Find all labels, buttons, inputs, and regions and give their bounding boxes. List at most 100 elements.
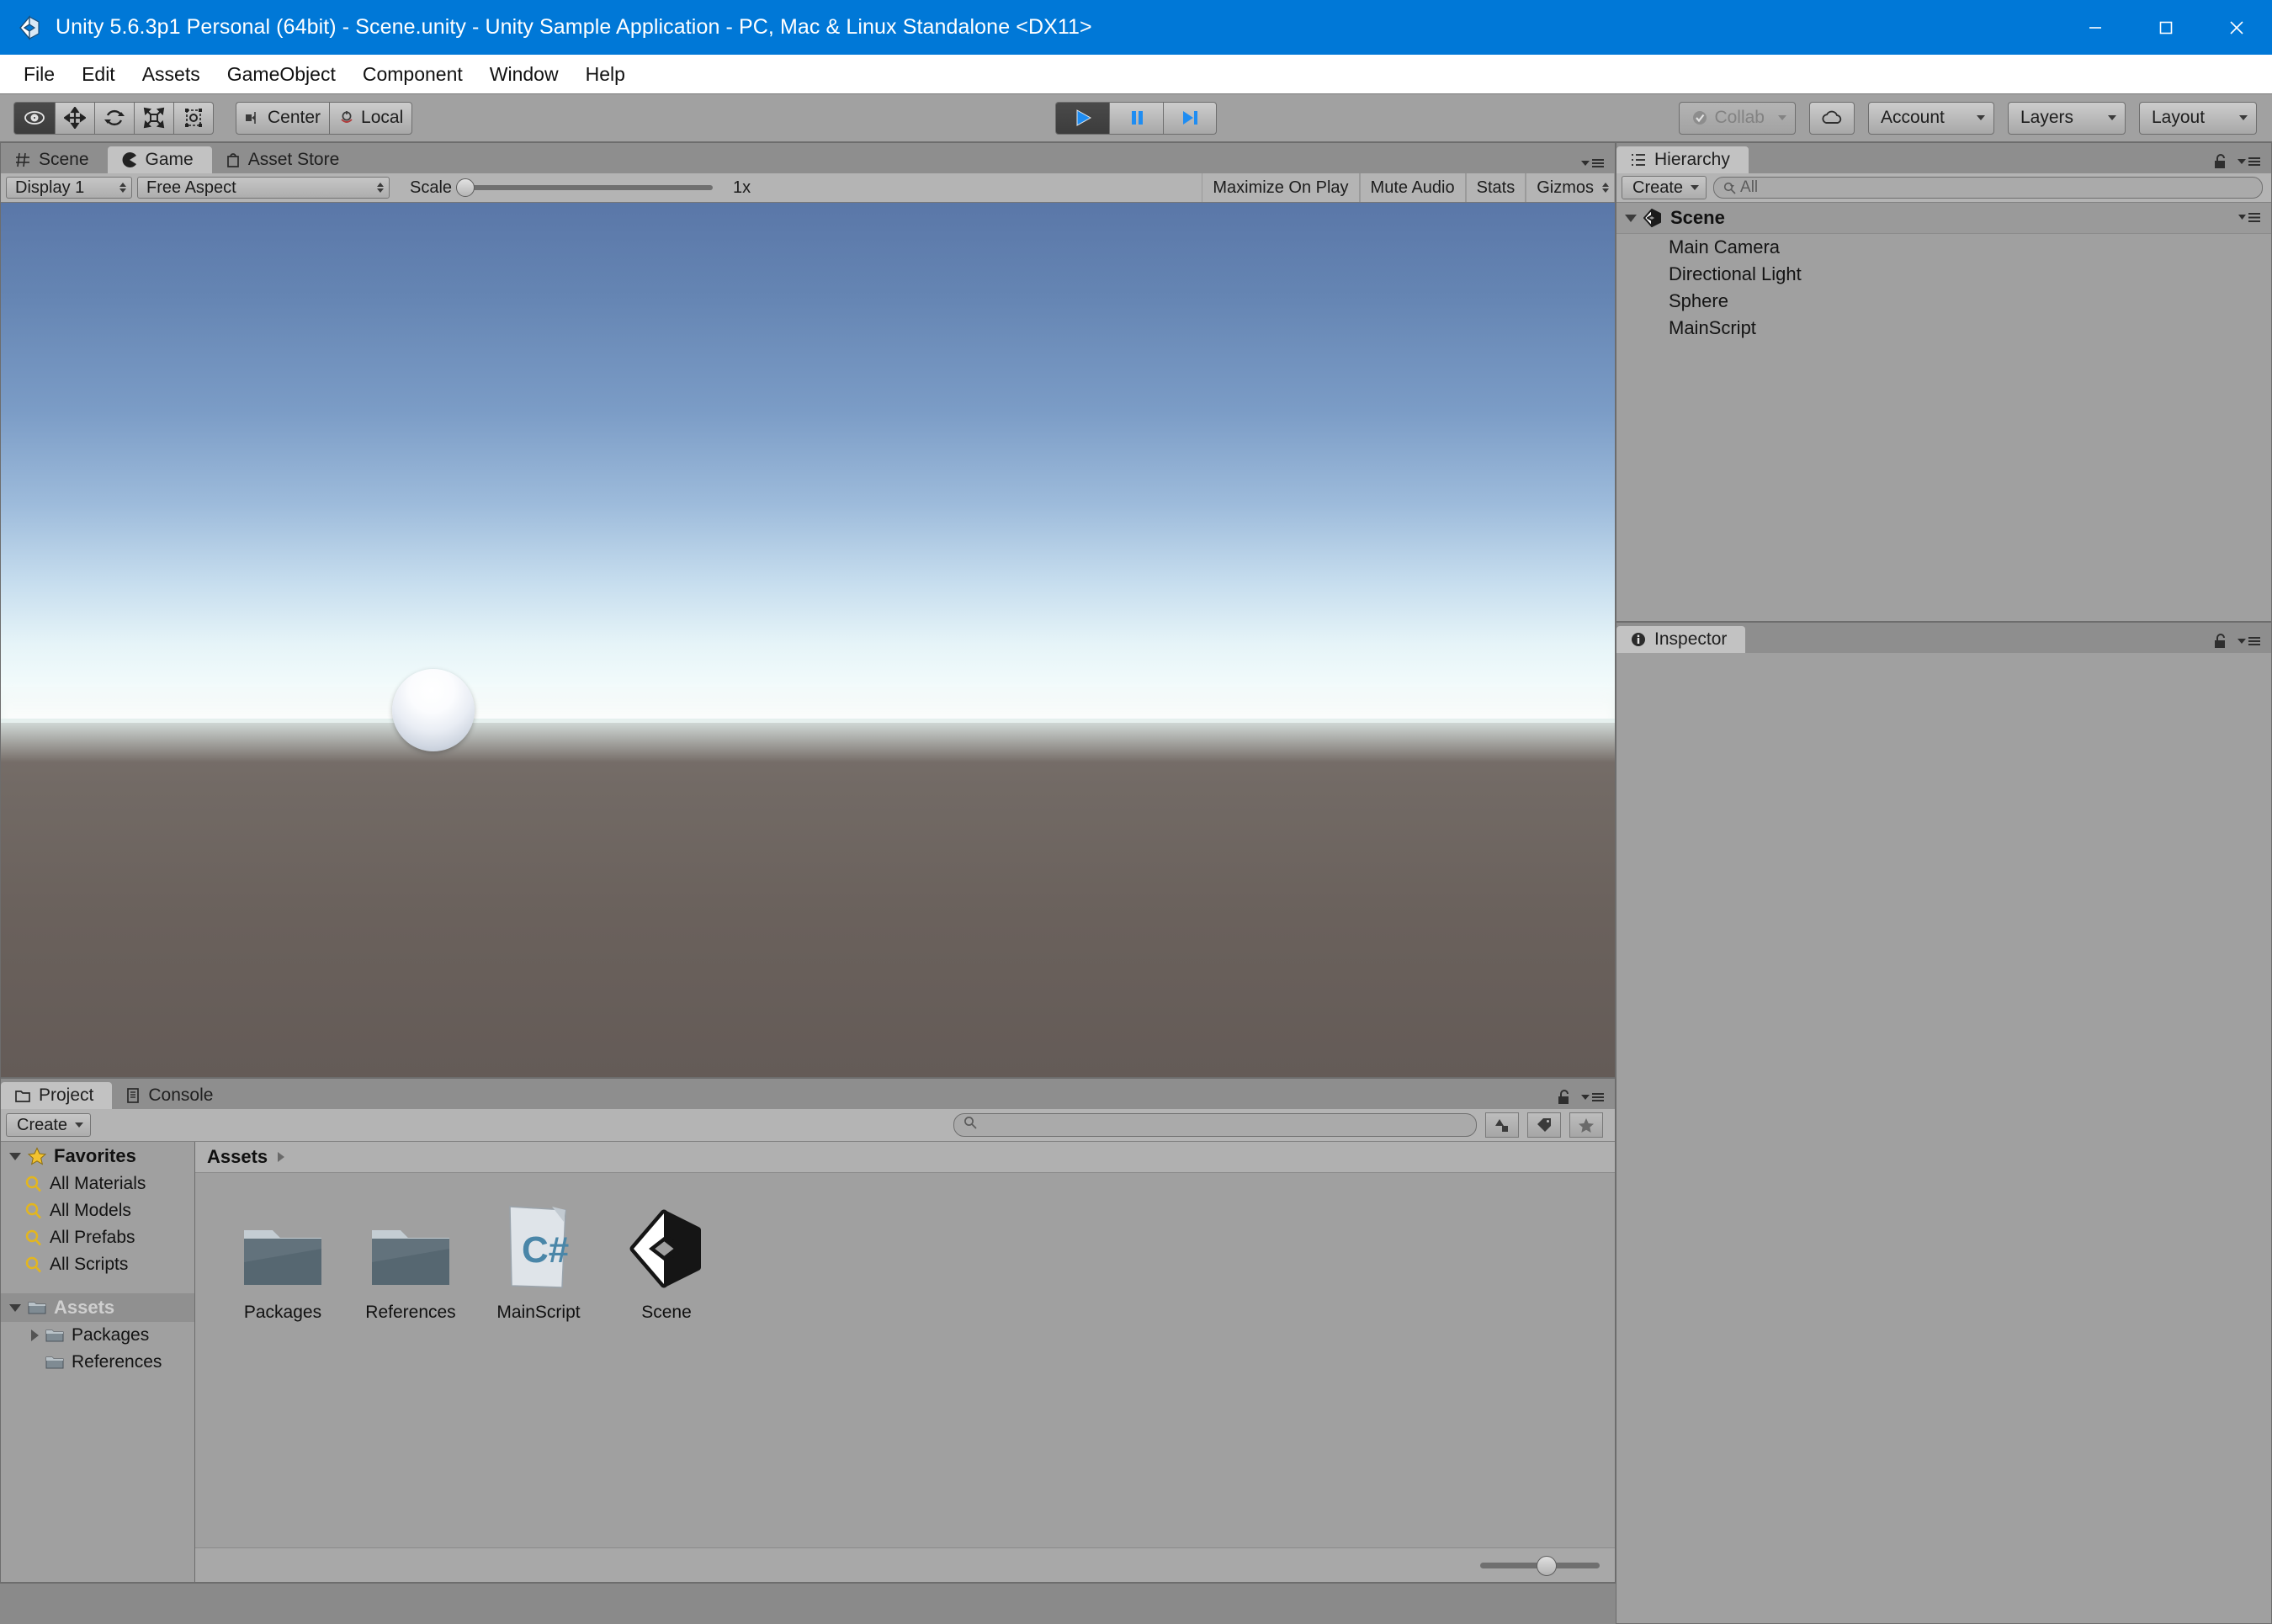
tab-project[interactable]: Project bbox=[1, 1082, 113, 1109]
editor-toolbar: Center Local Collab Account Layers Layou… bbox=[0, 93, 2272, 142]
project-panel-tabstrip: Project Console bbox=[1, 1079, 1615, 1109]
menu-gameobject[interactable]: GameObject bbox=[214, 60, 349, 89]
mute-audio-toggle[interactable]: Mute Audio bbox=[1359, 173, 1466, 202]
filter-by-label-button[interactable] bbox=[1527, 1112, 1561, 1138]
hierarchy-item-directional-light[interactable]: Directional Light bbox=[1616, 261, 2271, 288]
menu-file[interactable]: File bbox=[10, 60, 68, 89]
asset-item-packages[interactable]: Packages bbox=[219, 1197, 347, 1323]
csharp-script-icon: C# bbox=[503, 1197, 574, 1291]
hierarchy-item-sphere[interactable]: Sphere bbox=[1616, 288, 2271, 315]
save-search-button[interactable] bbox=[1569, 1112, 1603, 1138]
rotate-tool[interactable] bbox=[94, 101, 134, 135]
tab-inspector[interactable]: Inspector bbox=[1616, 626, 1746, 653]
stats-toggle[interactable]: Stats bbox=[1465, 173, 1526, 202]
project-main: Favorites All Materials All Models All P… bbox=[1, 1142, 1615, 1582]
tab-asset-store[interactable]: Asset Store bbox=[212, 146, 358, 173]
search-icon bbox=[963, 1115, 978, 1135]
favorite-all-scripts[interactable]: All Scripts bbox=[1, 1251, 194, 1278]
display-dropdown[interactable]: Display 1 bbox=[6, 177, 132, 199]
chevron-down-icon bbox=[2239, 115, 2248, 120]
cloud-button[interactable] bbox=[1809, 101, 1855, 135]
maximize-on-play-toggle[interactable]: Maximize On Play bbox=[1202, 173, 1360, 202]
padlock-open-icon[interactable] bbox=[1556, 1089, 1571, 1106]
scale-label: Scale bbox=[410, 178, 453, 197]
game-view-render[interactable] bbox=[1, 203, 1615, 1077]
menu-help[interactable]: Help bbox=[572, 60, 639, 89]
project-search-input[interactable] bbox=[953, 1113, 1477, 1137]
panel-menu-icon[interactable] bbox=[2236, 634, 2261, 648]
chevron-right-icon[interactable] bbox=[31, 1329, 39, 1341]
tab-console[interactable]: Console bbox=[112, 1082, 231, 1109]
favorite-all-prefabs[interactable]: All Prefabs bbox=[1, 1224, 194, 1251]
search-icon bbox=[1723, 181, 1737, 195]
tab-hierarchy[interactable]: Hierarchy bbox=[1616, 146, 1749, 173]
play-button[interactable] bbox=[1055, 101, 1109, 135]
panel-menu-icon[interactable] bbox=[1579, 157, 1605, 170]
hierarchy-item-mainscript[interactable]: MainScript bbox=[1616, 315, 2271, 342]
step-button[interactable] bbox=[1163, 101, 1217, 135]
tab-game[interactable]: Game bbox=[107, 146, 212, 173]
tree-item-references[interactable]: References bbox=[1, 1349, 194, 1376]
right-column: Hierarchy Create All Scene Main Camera D… bbox=[1616, 142, 2272, 1624]
icon-size-track[interactable] bbox=[1480, 1555, 1600, 1576]
move-tool[interactable] bbox=[55, 101, 94, 135]
hierarchy-scene-root[interactable]: Scene bbox=[1616, 203, 2271, 234]
filter-by-type-button[interactable] bbox=[1485, 1112, 1519, 1138]
aspect-dropdown[interactable]: Free Aspect bbox=[137, 177, 390, 199]
hand-tool[interactable] bbox=[13, 101, 55, 135]
scale-slider-group[interactable]: Scale 1x bbox=[398, 178, 751, 198]
favorites-header[interactable]: Favorites bbox=[1, 1142, 194, 1170]
asset-item-scene[interactable]: Scene bbox=[603, 1197, 730, 1323]
asset-item-label: Scene bbox=[641, 1303, 692, 1322]
layers-button[interactable]: Layers bbox=[2008, 101, 2126, 135]
unity-scene-icon bbox=[624, 1197, 709, 1291]
minimize-button[interactable] bbox=[2060, 0, 2131, 55]
breadcrumb-assets[interactable]: Assets bbox=[207, 1146, 268, 1168]
layout-button[interactable]: Layout bbox=[2139, 101, 2257, 135]
space-toggle-button[interactable]: Local bbox=[329, 101, 413, 135]
hierarchy-item-main-camera[interactable]: Main Camera bbox=[1616, 234, 2271, 261]
icon-size-slider[interactable] bbox=[1480, 1555, 1600, 1576]
hierarchy-tree[interactable]: Scene Main Camera Directional Light Sphe… bbox=[1616, 203, 2271, 621]
favorite-all-models[interactable]: All Models bbox=[1, 1197, 194, 1224]
asset-item-references[interactable]: References bbox=[347, 1197, 475, 1323]
collab-label: Collab bbox=[1714, 108, 1765, 127]
scale-slider-knob[interactable] bbox=[456, 178, 475, 197]
gizmos-dropdown[interactable]: Gizmos bbox=[1526, 173, 1615, 202]
asset-grid[interactable]: Packages References C# MainScript Scene bbox=[195, 1173, 1615, 1547]
rect-tool[interactable] bbox=[173, 101, 214, 135]
icon-size-knob[interactable] bbox=[1537, 1555, 1558, 1576]
favorite-all-materials[interactable]: All Materials bbox=[1, 1170, 194, 1197]
close-button[interactable] bbox=[2201, 0, 2272, 55]
hierarchy-panel: Hierarchy Create All Scene Main Camera D… bbox=[1616, 142, 2272, 622]
scale-tool[interactable] bbox=[134, 101, 173, 135]
tree-item-assets[interactable]: Assets bbox=[1, 1293, 194, 1322]
pivot-toggle-button[interactable]: Center bbox=[236, 101, 330, 135]
asset-item-mainscript[interactable]: C# MainScript bbox=[475, 1197, 603, 1323]
hierarchy-search-input[interactable]: All bbox=[1713, 177, 2263, 199]
account-button[interactable]: Account bbox=[1868, 101, 1994, 135]
tab-scene[interactable]: Scene bbox=[1, 146, 108, 173]
collab-button[interactable]: Collab bbox=[1679, 101, 1796, 135]
tree-item-packages[interactable]: Packages bbox=[1, 1322, 194, 1349]
project-create-button[interactable]: Create bbox=[6, 1113, 92, 1137]
asset-item-label: References bbox=[365, 1303, 456, 1322]
panel-menu-icon[interactable] bbox=[1579, 1091, 1605, 1104]
favorite-label: All Prefabs bbox=[50, 1228, 135, 1247]
menu-assets[interactable]: Assets bbox=[129, 60, 214, 89]
menu-component[interactable]: Component bbox=[349, 60, 476, 89]
inspector-panel: Inspector bbox=[1616, 622, 2272, 1624]
scale-slider-track[interactable] bbox=[456, 178, 714, 197]
hierarchy-create-label: Create bbox=[1632, 178, 1684, 197]
padlock-open-icon[interactable] bbox=[2212, 153, 2227, 170]
hierarchy-create-button[interactable]: Create bbox=[1622, 176, 1707, 199]
menu-window[interactable]: Window bbox=[476, 60, 572, 89]
pause-button[interactable] bbox=[1109, 101, 1163, 135]
maximize-button[interactable] bbox=[2131, 0, 2201, 55]
menu-edit[interactable]: Edit bbox=[68, 60, 129, 89]
chevron-down-icon[interactable] bbox=[1625, 214, 1637, 222]
padlock-open-icon[interactable] bbox=[2212, 633, 2227, 650]
asset-item-label: Packages bbox=[243, 1303, 322, 1322]
scene-context-menu-icon[interactable] bbox=[2237, 207, 2261, 229]
panel-menu-icon[interactable] bbox=[2236, 155, 2261, 168]
